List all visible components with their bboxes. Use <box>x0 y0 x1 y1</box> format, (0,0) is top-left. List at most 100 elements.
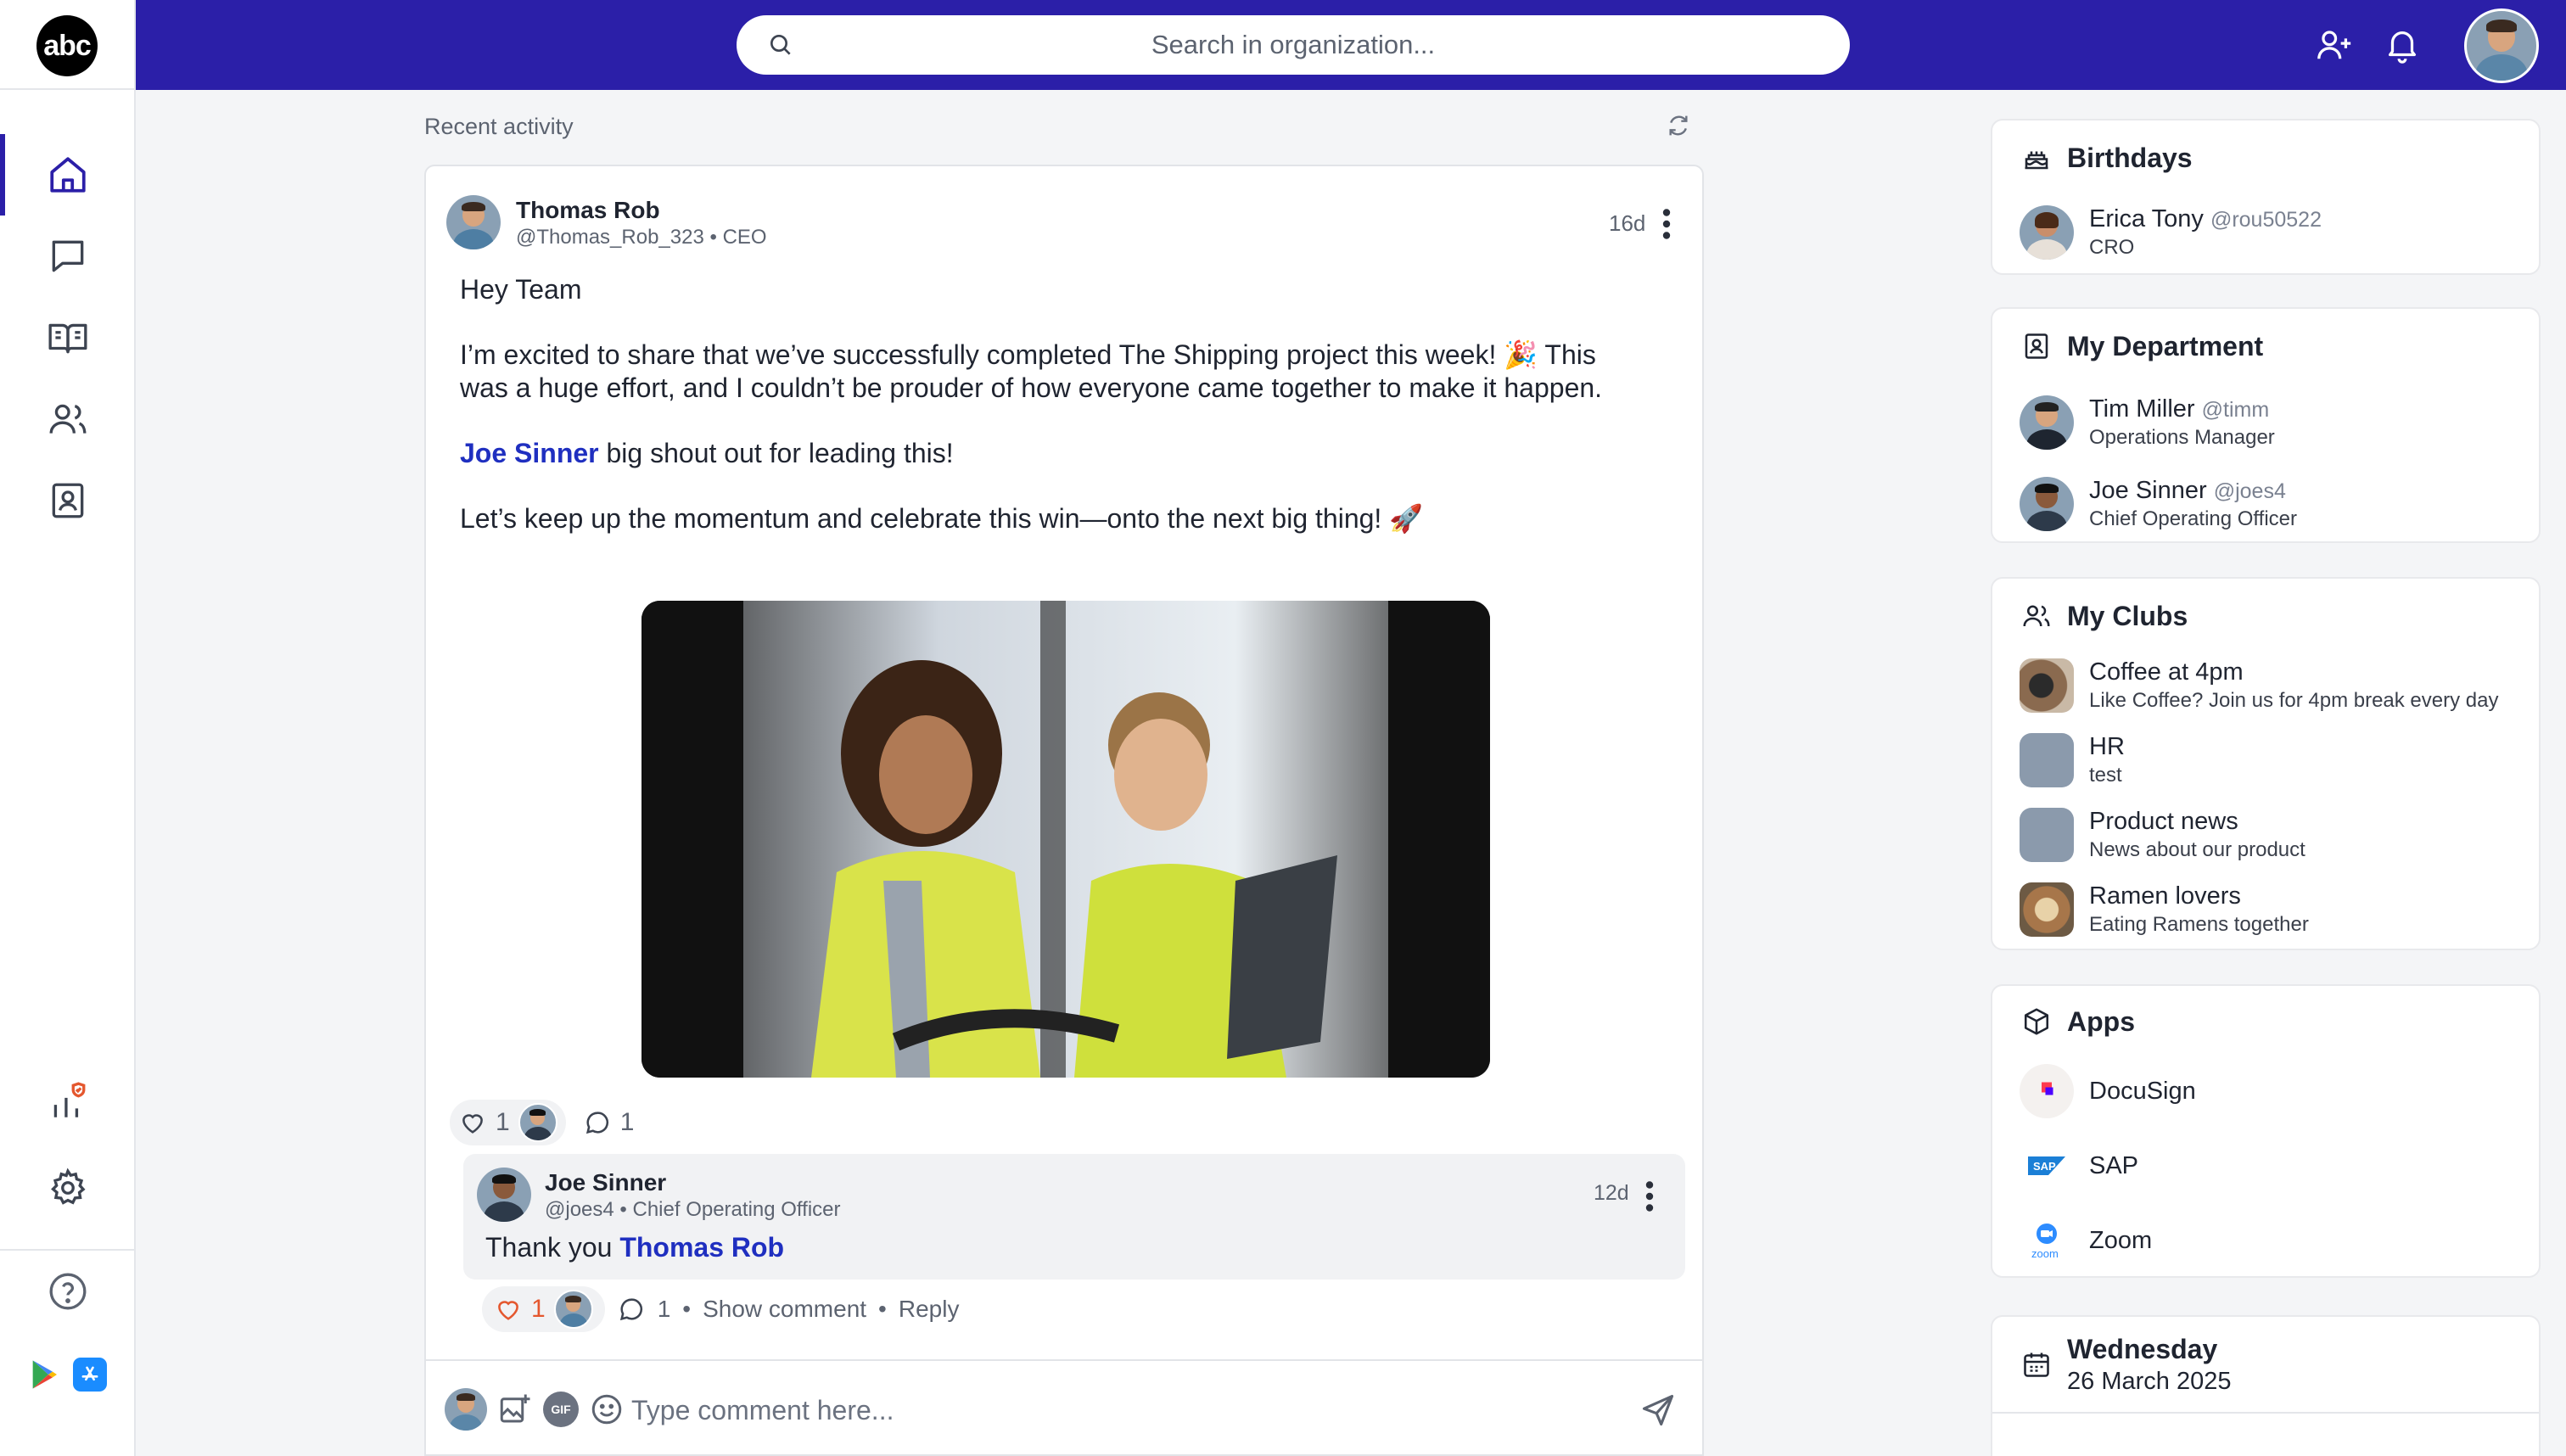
apps-widget: Apps DocuSign SAP SAP zoom Zoom <box>1991 984 2541 1278</box>
docusign-icon <box>2020 1064 2074 1118</box>
user-avatar[interactable] <box>2464 8 2539 83</box>
divider <box>1992 1412 2539 1414</box>
comment-icon[interactable] <box>617 1295 646 1324</box>
google-play-icon[interactable] <box>27 1358 61 1392</box>
divider <box>0 88 136 90</box>
add-user-icon[interactable] <box>2315 25 2354 64</box>
post-author-handle: @Thomas_Rob_323 <box>516 226 704 249</box>
post-image[interactable] <box>642 601 1490 1078</box>
search-icon <box>770 35 791 55</box>
comment-text: Thank you Thomas Rob <box>485 1232 785 1263</box>
comment-author-name[interactable]: Joe Sinner <box>545 1169 666 1196</box>
image-add-icon[interactable] <box>497 1392 533 1427</box>
post-paragraph: I’m excited to share that we’ve successf… <box>460 339 1603 403</box>
club-item[interactable]: HR test <box>2020 731 2529 791</box>
company-logo[interactable]: abc <box>36 15 98 76</box>
commenter-avatar[interactable] <box>477 1168 531 1222</box>
app-name: DocuSign <box>2089 1078 2196 1105</box>
post-card: Thomas Rob @Thomas_Rob_323 • CEO 16d Hey… <box>424 165 1704 1456</box>
cake-icon <box>2025 151 2048 170</box>
chat-icon <box>52 240 84 272</box>
more-options-icon[interactable] <box>1644 1181 1655 1212</box>
person-role: Operations Manager <box>2089 426 2275 449</box>
send-icon[interactable] <box>1639 1392 1677 1429</box>
club-description: Like Coffee? Join us for 4pm break every… <box>2089 689 2499 712</box>
users-icon <box>2023 605 2050 627</box>
club-thumbnail <box>2020 882 2074 937</box>
sidebar: abc <box>0 0 136 1456</box>
gif-icon[interactable]: GIF <box>543 1392 579 1427</box>
comment-like-button[interactable]: 1 <box>482 1286 605 1332</box>
widget-title: Birthdays <box>2067 143 2193 173</box>
app-item-docusign[interactable]: DocuSign <box>2020 1064 2529 1123</box>
club-item[interactable]: Ramen lovers Eating Ramens together <box>2020 881 2529 940</box>
user-avatar <box>445 1388 487 1431</box>
refresh-icon[interactable] <box>1665 112 1692 139</box>
app-item-sap[interactable]: SAP SAP <box>2020 1139 2529 1198</box>
post-reactions: 1 1 <box>450 1100 634 1145</box>
post-body: Hey Team I’m excited to share that we’ve… <box>460 273 1648 568</box>
liker-avatar[interactable] <box>553 1290 593 1329</box>
help-circle-icon <box>49 1273 87 1310</box>
app-item-zoom[interactable]: zoom Zoom <box>2020 1213 2529 1273</box>
reply-link[interactable]: Reply <box>899 1296 960 1323</box>
sidebar-item-people[interactable] <box>0 378 136 460</box>
birthday-person[interactable]: Erica Tony @rou50522 CRO <box>2020 204 2529 263</box>
calendar-date: 26 March 2025 <box>2067 1368 2232 1395</box>
user-mention[interactable]: Thomas Rob <box>619 1232 784 1263</box>
sidebar-item-messages[interactable] <box>0 216 136 297</box>
section-title: Recent activity <box>424 114 574 139</box>
club-item[interactable]: Product news News about our product <box>2020 806 2529 865</box>
gear-icon <box>51 1168 86 1205</box>
search-input[interactable] <box>737 15 1850 75</box>
user-mention[interactable]: Joe Sinner <box>460 438 599 468</box>
like-count: 1 <box>496 1108 510 1136</box>
comment-input[interactable] <box>631 1386 1565 1434</box>
zoom-icon: zoom <box>2020 1213 2074 1268</box>
sidebar-item-knowledge[interactable] <box>0 297 136 378</box>
department-person[interactable]: Tim Miller @timm Operations Manager <box>2020 394 2529 453</box>
app-name: SAP <box>2089 1152 2139 1179</box>
person-name: Erica Tony <box>2089 205 2204 232</box>
like-button[interactable]: 1 <box>450 1100 566 1145</box>
department-widget: My Department Tim Miller @timm Operation… <box>1991 307 2541 543</box>
liker-avatar[interactable] <box>518 1103 557 1142</box>
author-avatar[interactable] <box>446 195 501 249</box>
bell-icon[interactable] <box>2383 25 2422 64</box>
club-item[interactable]: Coffee at 4pm Like Coffee? Join us for 4… <box>2020 657 2529 716</box>
club-name: HR <box>2089 733 2125 760</box>
person-avatar <box>2020 477 2074 531</box>
search-bar[interactable] <box>737 15 1850 75</box>
package-icon <box>2024 1008 2049 1035</box>
app-store-icon[interactable] <box>73 1358 107 1392</box>
book-open-icon <box>48 323 87 354</box>
person-handle: @rou50522 <box>2210 208 2322 232</box>
club-name: Ramen lovers <box>2089 882 2241 910</box>
show-comment-link[interactable]: Show comment <box>703 1296 866 1323</box>
svg-text:SAP: SAP <box>2033 1160 2056 1173</box>
post-greeting: Hey Team <box>460 274 582 305</box>
sidebar-item-directory[interactable] <box>0 460 136 541</box>
users-icon <box>49 404 87 434</box>
person-name: Tim Miller <box>2089 395 2195 423</box>
sidebar-item-analytics[interactable] <box>0 1061 136 1142</box>
sidebar-item-home[interactable] <box>0 134 136 216</box>
comment-count-button[interactable]: 1 <box>583 1108 634 1137</box>
sidebar-item-settings[interactable] <box>0 1147 136 1229</box>
person-name: Joe Sinner <box>2089 477 2207 504</box>
post-author-name[interactable]: Thomas Rob <box>516 197 660 224</box>
post-author-role: CEO <box>722 226 767 249</box>
club-description: News about our product <box>2089 838 2305 861</box>
person-role: Chief Operating Officer <box>2089 507 2298 530</box>
club-description: Eating Ramens together <box>2089 913 2309 936</box>
more-options-icon[interactable] <box>1661 209 1672 239</box>
club-name: Coffee at 4pm <box>2089 658 2244 686</box>
emoji-icon[interactable] <box>589 1392 625 1427</box>
clubs-widget: My Clubs Coffee at 4pm Like Coffee? Join… <box>1991 577 2541 950</box>
sidebar-item-help[interactable] <box>0 1251 136 1332</box>
department-person[interactable]: Joe Sinner @joes4 Chief Operating Office… <box>2020 475 2529 535</box>
home-icon <box>50 157 86 193</box>
person-avatar <box>2020 395 2074 450</box>
bar-chart-shield-icon <box>53 1082 86 1117</box>
reply-count: 1 <box>657 1296 671 1322</box>
